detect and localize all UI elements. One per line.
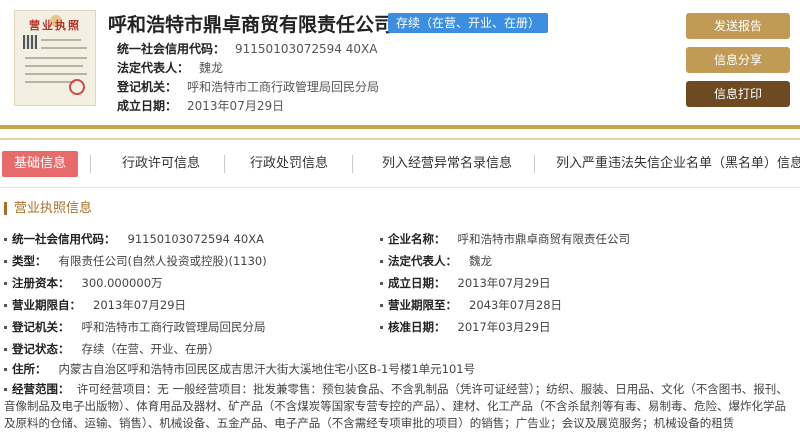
field-business-scope: 经营范围： 许可经营项目：无 一般经营项目：批发兼零售：预包装食品、不含乳制品（… bbox=[4, 382, 788, 430]
field-term-from: 营业期限自： 2013年07月29日 bbox=[4, 297, 186, 313]
field-capital: 注册资本： 300.000000万 bbox=[4, 275, 163, 291]
license-thumbnail-title: 营业执照 bbox=[29, 19, 81, 32]
business-scope-text: 许可经营项目：无 一般经营项目：批发兼零售：预包装食品、不含乳制品（凭许可证经营… bbox=[4, 382, 788, 430]
tab-admin-license[interactable]: 行政许可信息 bbox=[122, 151, 200, 177]
tab-admin-penalty[interactable]: 行政处罚信息 bbox=[250, 151, 328, 177]
status-badge: 存续（在营、开业、在册） bbox=[388, 13, 549, 33]
header-established: 成立日期： 2013年07月29日 bbox=[117, 99, 285, 113]
divider bbox=[0, 125, 800, 129]
tab-blacklist[interactable]: 列入严重违法失信企业名单（黑名单）信息 bbox=[556, 151, 800, 177]
print-button[interactable]: 信息打印 bbox=[686, 81, 790, 107]
tab-abnormal-list[interactable]: 列入经营异常名录信息 bbox=[382, 151, 512, 177]
field-authority: 登记机关： 呼和浩特市工商行政管理局回民分局 bbox=[4, 319, 266, 335]
field-address: 住所： 内蒙古自治区呼和浩特市回民区成吉思汗大街大溪地住宅小区B-1号楼1单元10… bbox=[4, 361, 475, 377]
qr-code-icon bbox=[23, 35, 37, 49]
header-legal-rep: 法定代表人： 魏龙 bbox=[117, 61, 224, 75]
field-legal-rep: 法定代表人： 魏龙 bbox=[380, 253, 492, 269]
red-seal-icon bbox=[69, 79, 85, 95]
field-credit-code: 统一社会信用代码： 91150103072594 40XA bbox=[4, 231, 264, 247]
field-approved: 核准日期： 2017年03月29日 bbox=[380, 319, 551, 335]
send-report-button[interactable]: 发送报告 bbox=[686, 13, 790, 39]
divider bbox=[0, 138, 800, 140]
field-company-name: 企业名称： 呼和浩特市鼎卓商贸有限责任公司 bbox=[380, 231, 630, 247]
field-type: 类型： 有限责任公司(自然人投资或控股)(1130) bbox=[4, 253, 267, 269]
header-authority: 登记机关： 呼和浩特市工商行政管理局回民分局 bbox=[117, 80, 380, 94]
field-reg-status: 登记状态： 存续（在营、开业、在册） bbox=[4, 341, 220, 357]
field-term-to: 营业期限至： 2043年07月28日 bbox=[380, 297, 562, 313]
field-established: 成立日期： 2013年07月29日 bbox=[380, 275, 551, 291]
divider bbox=[0, 187, 800, 188]
header-credit-code: 统一社会信用代码： 91150103072594 40XA bbox=[117, 42, 378, 56]
tab-bar: 基础信息 行政许可信息 行政处罚信息 列入经营异常名录信息 列入严重违法失信企业… bbox=[0, 151, 800, 177]
tab-basic-info[interactable]: 基础信息 bbox=[2, 151, 79, 177]
company-name-title: 呼和浩特市鼎卓商贸有限责任公司 bbox=[108, 14, 394, 36]
section-title: 营业执照信息 bbox=[4, 202, 92, 215]
license-thumbnail[interactable]: 营业执照 bbox=[14, 10, 96, 106]
share-button[interactable]: 信息分享 bbox=[686, 47, 790, 73]
